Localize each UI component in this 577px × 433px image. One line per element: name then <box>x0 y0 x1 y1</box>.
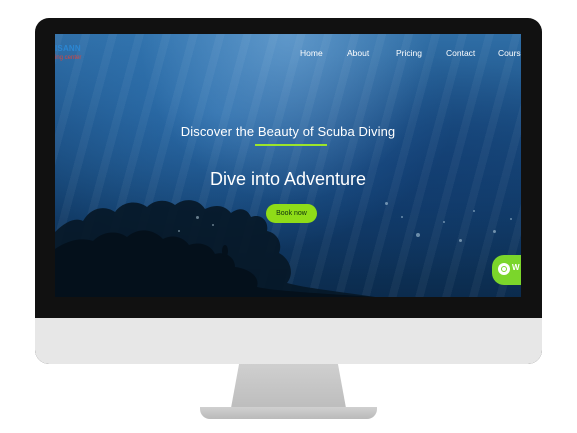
nav-item-pricing[interactable]: Pricing <box>396 48 422 58</box>
bubble <box>443 221 445 223</box>
nav-item-about[interactable]: About <box>347 48 369 58</box>
bubble <box>416 233 420 237</box>
bubble <box>385 202 388 205</box>
website-screen: ISANN ing center Home About Pricing Cont… <box>55 34 521 297</box>
bubble <box>178 230 180 232</box>
whatsapp-icon <box>498 263 510 275</box>
bubble <box>510 218 512 220</box>
bubble <box>212 224 214 226</box>
top-navigation: Home About Pricing Contact Cours <box>55 48 521 64</box>
whatsapp-chat-button[interactable]: W <box>492 255 521 285</box>
whatsapp-label: W <box>512 263 520 272</box>
nav-item-contact[interactable]: Contact <box>446 48 475 58</box>
nav-item-courses[interactable]: Cours <box>498 48 521 58</box>
bubble <box>473 210 475 212</box>
monitor-chin <box>35 318 542 364</box>
hero-subtitle: Discover the Beauty of Scuba Diving <box>180 124 396 139</box>
bubble <box>196 216 199 219</box>
hero-title: Dive into Adventure <box>209 169 367 189</box>
book-now-button[interactable]: Book now <box>266 204 317 223</box>
bubble <box>459 239 462 242</box>
bubble <box>401 216 403 218</box>
coral-reef-silhouette <box>55 200 375 297</box>
bubble <box>493 230 496 233</box>
stand-neck <box>231 364 346 408</box>
imac-mockup: ISANN ing center Home About Pricing Cont… <box>0 0 577 433</box>
stand-base <box>200 407 377 419</box>
hero-subtitle-underline <box>255 144 327 146</box>
nav-item-home[interactable]: Home <box>300 48 323 58</box>
